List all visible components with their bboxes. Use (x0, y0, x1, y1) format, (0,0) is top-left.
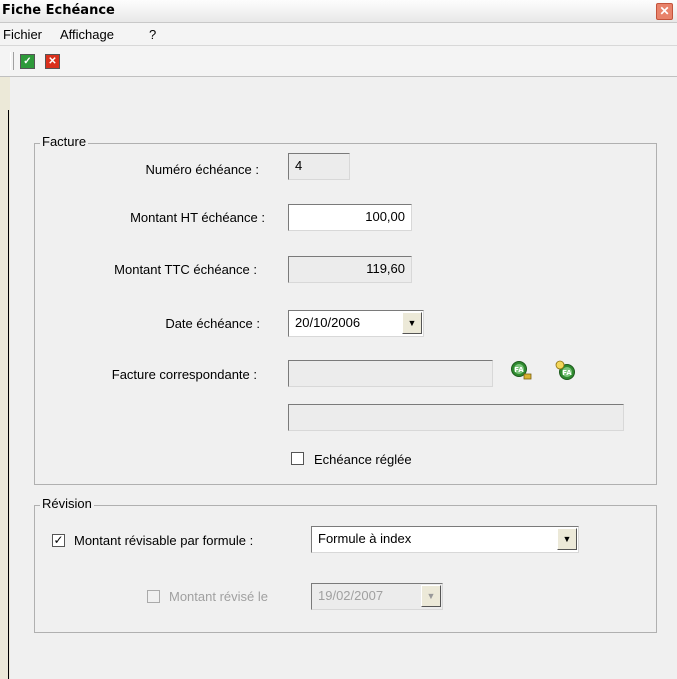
montant-ttc-label: Montant TTC échéance : (114, 262, 257, 277)
montant-revisable-checkbox[interactable]: ✓ (52, 534, 65, 547)
search-invoice-icon[interactable]: FA (510, 360, 532, 382)
chevron-down-icon[interactable]: ▼ (402, 312, 422, 334)
date-revision-value: 19/02/2007 (318, 588, 384, 603)
facture-legend: Facture (40, 134, 89, 149)
date-echeance-label: Date échéance : (165, 316, 260, 331)
validate-button[interactable]: ✓ (20, 54, 35, 69)
numero-echeance-field: 4 (288, 153, 350, 180)
echeance-reglee-label: Echéance réglée (314, 452, 412, 467)
formule-value: Formule à index (318, 531, 412, 546)
title-bar: Fiche Echéance ✕ (0, 0, 677, 23)
toolbar-grip (10, 52, 14, 70)
menu-affichage[interactable]: Affichage (60, 27, 114, 42)
montant-ht-label: Montant HT échéance : (130, 210, 265, 225)
toolbar: ✓ ✕ (0, 46, 677, 77)
montant-ttc-field: 119,60 (288, 256, 412, 283)
facture-detail-field (288, 404, 624, 431)
menu-bar: Fichier Affichage ? (0, 23, 677, 46)
date-revision-select: 19/02/2007 ▼ (311, 583, 443, 610)
date-echeance-value: 20/10/2006 (295, 315, 361, 330)
echeance-reglee-checkbox[interactable] (291, 452, 304, 465)
svg-text:FA: FA (562, 369, 572, 377)
window-left-border (8, 110, 9, 679)
menu-help[interactable]: ? (149, 27, 156, 42)
menu-fichier[interactable]: Fichier (3, 27, 42, 42)
montant-revise-label: Montant révisé le (169, 589, 268, 604)
numero-echeance-label: Numéro échéance : (145, 162, 259, 177)
revision-legend: Révision (40, 496, 94, 511)
facture-correspondante-field (288, 360, 493, 387)
montant-revisable-label: Montant révisable par formule : (74, 533, 254, 548)
close-button[interactable]: ✕ (656, 3, 673, 20)
cancel-button[interactable]: ✕ (45, 54, 60, 69)
facture-correspondante-label: Facture correspondante : (111, 367, 257, 382)
chevron-down-icon[interactable]: ▼ (557, 528, 577, 550)
chevron-down-icon: ▼ (421, 585, 441, 607)
svg-text:FA: FA (514, 366, 524, 374)
montant-revise-checkbox (147, 590, 160, 603)
window-title: Fiche Echéance (2, 3, 115, 18)
revision-group (34, 505, 657, 633)
montant-ht-input[interactable]: 100,00 (288, 204, 412, 231)
open-invoice-icon[interactable]: FA (555, 360, 577, 382)
date-echeance-select[interactable]: 20/10/2006 ▼ (288, 310, 424, 337)
formule-select[interactable]: Formule à index ▼ (311, 526, 579, 553)
